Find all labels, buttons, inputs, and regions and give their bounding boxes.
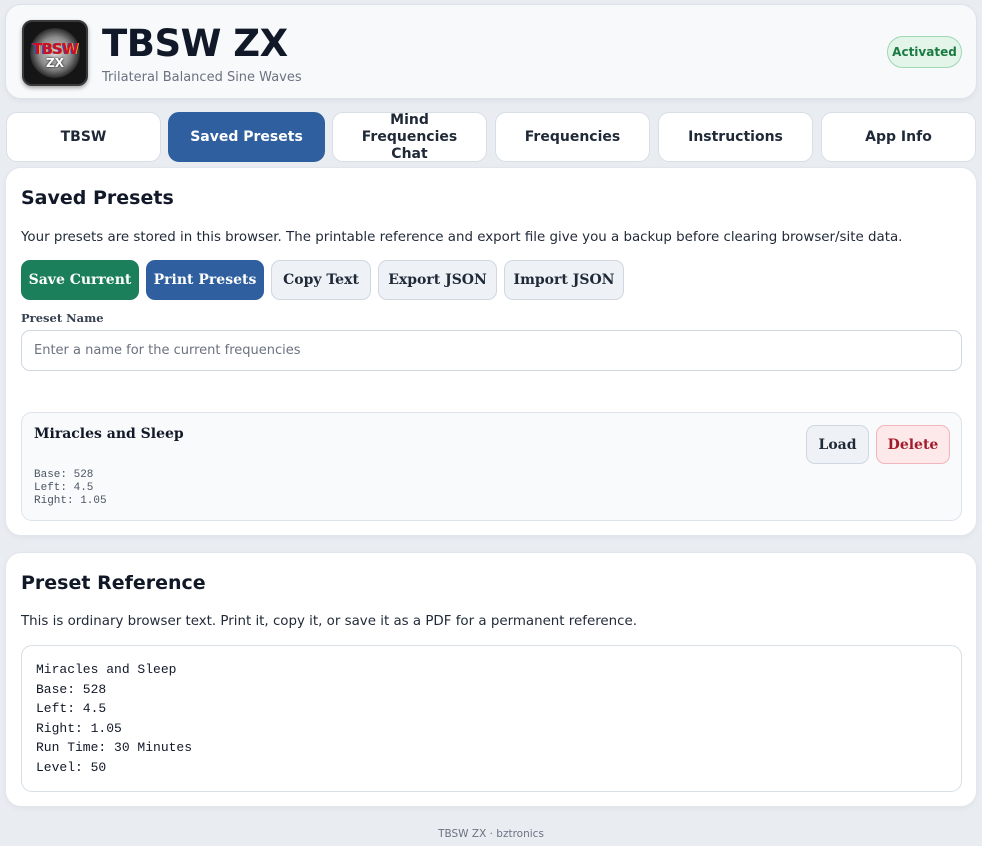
reference-line: Miracles and Sleep <box>36 662 177 677</box>
print-presets-button[interactable]: Print Presets <box>146 260 264 300</box>
reference-line: Run Time: 30 Minutes <box>36 740 193 755</box>
tab-instructions[interactable]: Instructions <box>658 112 813 162</box>
reference-line: Right: 1.05 <box>36 720 122 736</box>
import-json-button[interactable]: Import JSON <box>504 260 624 300</box>
load-preset-button[interactable]: Load <box>806 425 869 464</box>
app-header: TBSW ZX TBSW ZX Trilateral Balanced Sine… <box>5 4 977 99</box>
preset-name-input[interactable] <box>21 330 962 371</box>
preset-item-name: Miracles and Sleep <box>34 426 184 442</box>
app-title: TBSW ZX <box>102 22 288 65</box>
preset-item-details: Base: 528 Left: 4.5 Right: 1.05 <box>34 469 107 508</box>
preset-detail-right: Right: 1.05 <box>34 495 107 507</box>
preset-reference-text[interactable]: Miracles and Sleep Base: 528 Left: 4.5 Righ… <box>21 645 962 792</box>
export-json-button[interactable]: Export JSON <box>378 260 497 300</box>
reference-line: Base: 528 <box>36 681 107 697</box>
footer-text: TBSW ZX · bztronics <box>438 828 544 840</box>
preset-reference-description: This is ordinary browser text. Print it,… <box>21 614 638 629</box>
preset-reference-panel: Preset Reference This is ordinary browse… <box>5 552 977 807</box>
tab-app-info[interactable]: App Info <box>821 112 976 162</box>
saved-presets-description: Your presets are stored in this browser.… <box>21 230 903 245</box>
copy-text-button[interactable]: Copy Text <box>271 260 371 300</box>
preset-list-item: Miracles and Sleep Base: 528 Left: 4.5 Rig… <box>21 412 962 521</box>
preset-detail-base: Base: 528 <box>34 469 94 481</box>
app-logo: TBSW ZX <box>22 20 88 86</box>
preset-reference-title: Preset Reference <box>21 572 206 594</box>
save-current-button[interactable]: Save Current <box>21 260 139 300</box>
preset-detail-left: Left: 4.5 <box>34 482 94 494</box>
app-subtitle: Trilateral Balanced Sine Waves <box>102 70 302 85</box>
saved-presets-panel: Saved Presets Your presets are stored in… <box>5 167 977 536</box>
reference-line: Level: 50 <box>36 759 107 775</box>
tab-tbsw[interactable]: TBSW <box>6 112 161 162</box>
delete-preset-button[interactable]: Delete <box>876 425 950 464</box>
preset-name-label: Preset Name <box>21 311 104 325</box>
status-badge: Activated <box>887 36 962 68</box>
saved-presets-title: Saved Presets <box>21 187 174 209</box>
reference-line: Left: 4.5 <box>36 701 107 716</box>
logo-text-line2: ZX <box>46 56 64 70</box>
tab-saved-presets[interactable]: Saved Presets <box>168 112 325 162</box>
tab-mind-frequencies-chat[interactable]: Mind Frequencies Chat <box>332 112 487 162</box>
tab-frequencies[interactable]: Frequencies <box>495 112 650 162</box>
